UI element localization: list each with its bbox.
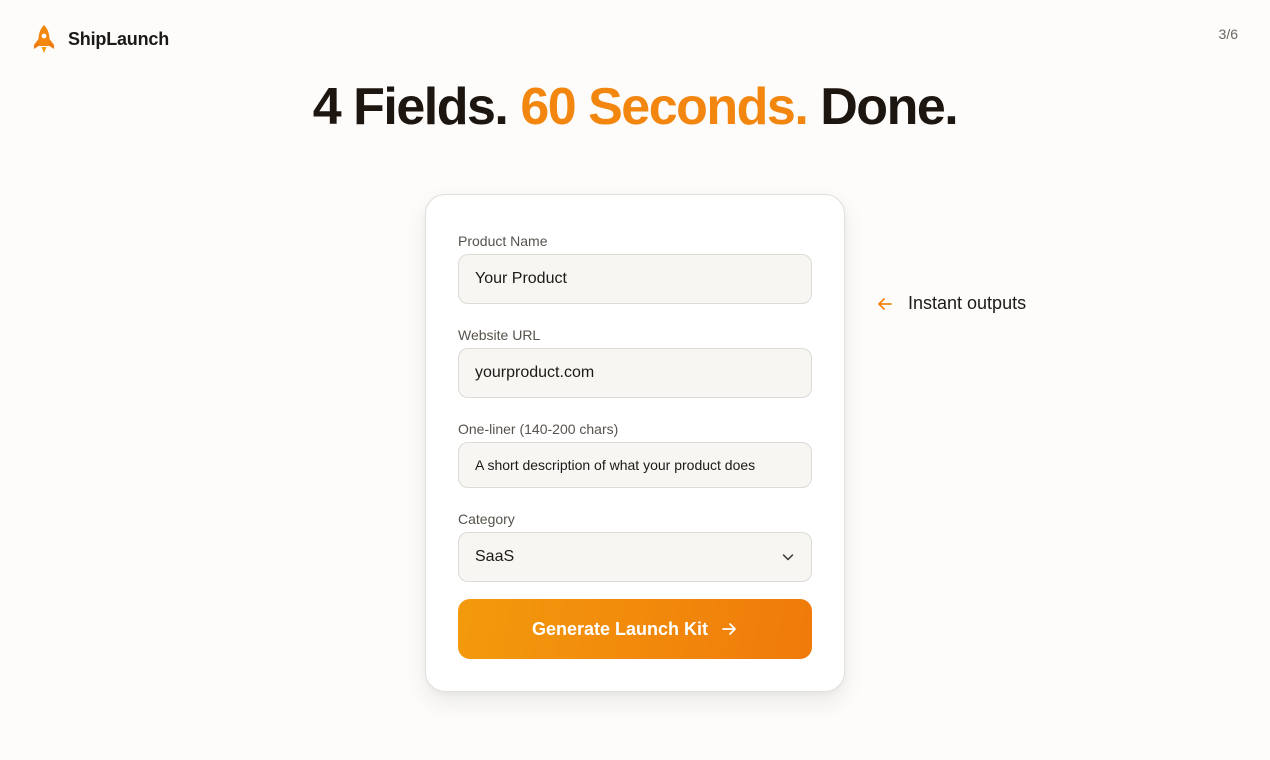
side-note-text: Instant outputs (908, 293, 1027, 313)
brand-name: ShipLaunch (68, 28, 169, 49)
slide-counter: 3/6 (1218, 26, 1238, 42)
headline-part2: Done. (820, 78, 958, 136)
one-liner-group: One-liner (140-200 chars) A short descri… (458, 421, 812, 488)
launch-form-card: Product Name Your Product Website URL yo… (425, 194, 845, 692)
brand: ShipLaunch (32, 24, 169, 54)
generate-button-label: Generate Launch Kit (531, 618, 709, 639)
one-liner-label: One-liner (140-200 chars) (458, 421, 619, 437)
slide: ShipLaunch 3/6 4 Fields. 60 Seconds. Don… (0, 0, 1270, 760)
arrow-right-icon (722, 623, 736, 635)
category-group: Category SaaS (458, 511, 812, 582)
side-note: Instant outputs (876, 293, 1026, 314)
generate-launch-kit-button[interactable]: Generate Launch Kit (458, 599, 812, 659)
category-select[interactable]: SaaS (458, 532, 812, 582)
chevron-down-icon (782, 554, 794, 561)
category-label: Category (458, 511, 515, 527)
one-liner-input[interactable]: A short description of what your product… (458, 442, 812, 488)
category-value: SaaS (475, 548, 515, 565)
website-url-value: yourproduct.com (475, 364, 595, 381)
website-url-input[interactable]: yourproduct.com (458, 348, 812, 398)
product-name-group: Product Name Your Product (458, 233, 812, 304)
product-name-label: Product Name (458, 233, 548, 249)
headline-accent: 60 Seconds. (520, 78, 808, 136)
product-name-input[interactable]: Your Product (458, 254, 812, 304)
rocket-icon (34, 25, 54, 53)
website-url-label: Website URL (458, 327, 541, 343)
arrow-left-icon (878, 297, 892, 310)
headline-part1: 4 Fields. (312, 78, 509, 136)
website-url-group: Website URL yourproduct.com (458, 327, 812, 398)
one-liner-value: A short description of what your product… (475, 457, 756, 473)
product-name-value: Your Product (475, 270, 567, 287)
page-title: 4 Fields. 60 Seconds. Done. (0, 76, 1270, 138)
